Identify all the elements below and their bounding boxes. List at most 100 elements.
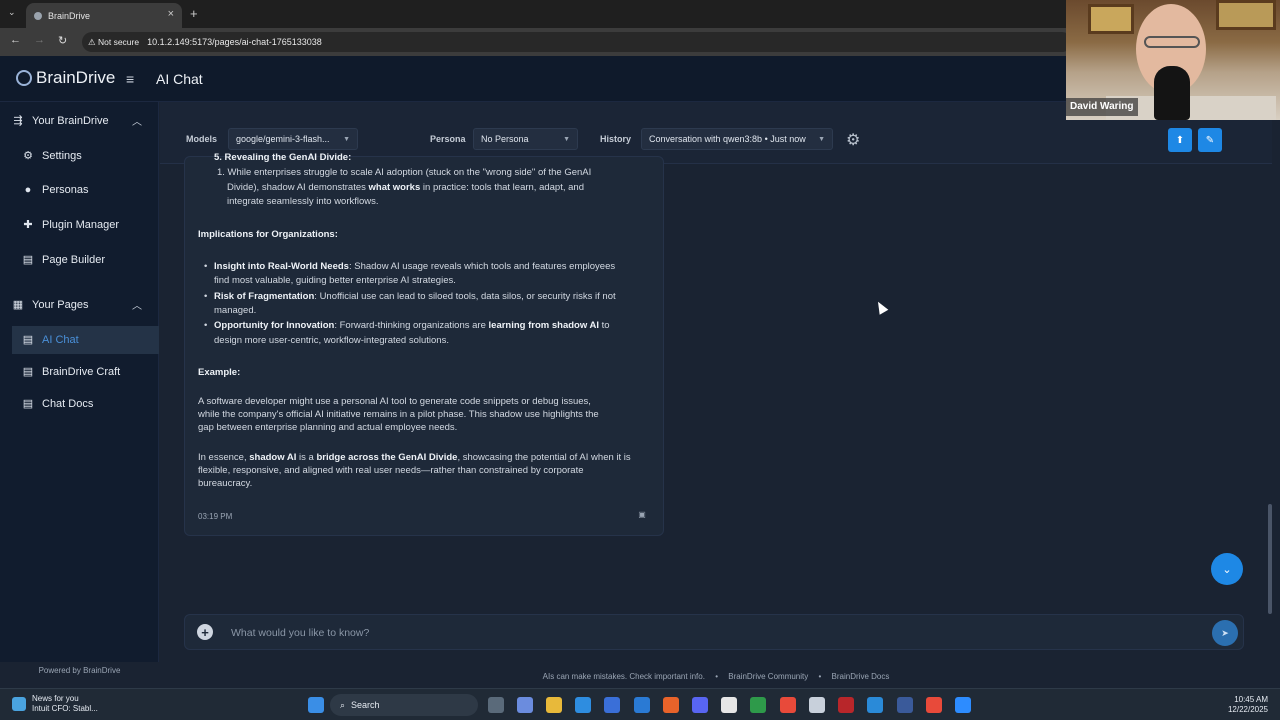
models-label: Models [186,134,218,144]
message-bullet: Risk of Fragmentation: Unofficial use ca… [204,291,616,303]
browser-tab[interactable]: BrainDrive × [26,3,182,28]
message-line: gap between enterprise planning and actu… [198,422,458,433]
send-icon: ➤ [1221,627,1229,638]
chrome-icon[interactable] [926,697,942,713]
reload-icon[interactable]: ↻ [58,34,67,47]
sidebar-item-chat-docs[interactable]: ▤ Chat Docs [22,397,94,411]
message-line: while the company's official AI initiati… [198,409,599,420]
edge-icon[interactable] [575,697,591,713]
system-clock[interactable]: 10:45 AM 12/22/2025 [1228,695,1268,715]
scrollbar[interactable] [1268,164,1272,614]
message-line: In essence, shadow AI is a bridge across… [198,452,631,463]
copy-icon[interactable]: ▣ [635,510,649,524]
upload-button[interactable]: ⬆ [1168,128,1192,152]
settings-gear-icon[interactable]: ⚙ [846,130,860,150]
close-tab-icon[interactable]: × [168,8,174,20]
chat-footer: AIs can make mistakes. Check important i… [160,672,1272,688]
message-line: managed. [214,305,257,316]
brain-logo-icon [16,70,32,86]
message-line: flexible, responsive, and aligned with r… [198,465,584,476]
app-icon[interactable] [809,697,825,713]
sidebar-item-plugin-manager[interactable]: ✚ Plugin Manager [22,218,119,232]
new-chat-button[interactable]: ✎ [1198,128,1222,152]
powered-by-label: Powered by BrainDrive [38,666,121,675]
sidebar-item-label: Chat Docs [42,397,94,410]
sidebar-item-settings[interactable]: ⚙ Settings [22,149,82,163]
chat-input[interactable] [231,623,1131,643]
chevron-up-icon: ︿ [132,301,142,312]
news-widget[interactable]: News for you Intuit CFO: Stabl... [12,694,98,714]
webcam-overlay: David Waring [1066,0,1280,120]
message-timestamp: 03:19 PM [198,512,233,521]
person-icon: ● [24,184,32,196]
scrollbar-thumb[interactable] [1268,504,1272,614]
chatgpt-icon[interactable] [721,697,737,713]
zoom-icon[interactable] [955,697,971,713]
send-button[interactable]: ➤ [1212,620,1238,646]
picture-frame [1216,0,1276,30]
sidebar-item-label: BrainDrive Craft [42,365,121,378]
firefox-icon[interactable] [663,697,679,713]
braindrive-logo[interactable]: BrainDrive [16,68,115,88]
vscode-icon[interactable] [867,697,883,713]
discord-icon[interactable] [692,697,708,713]
gear-icon: ⚙ [23,150,33,162]
message-line: Divide), shadow AI demonstrates what wor… [227,182,584,193]
message-line: integrate seamlessly into workflows. [227,196,379,207]
document-icon: ▤ [22,334,34,346]
not-secure-indicator[interactable]: ⚠ Not secure [88,37,139,48]
windows-start-icon[interactable] [308,697,324,713]
sidebar: ⇶ Your BrainDrive ︿ ⚙ Settings ● Persona… [0,102,159,662]
chat-input-bar: + ➤ [184,614,1244,650]
dropdown-caret-icon: ▼ [563,135,570,143]
document-icon: ▤ [22,366,34,378]
sidebar-item-personas[interactable]: ● Personas [22,184,89,196]
section-label: Your BrainDrive [32,114,109,127]
outlook-icon[interactable] [634,697,650,713]
scroll-to-bottom-button[interactable]: ⌄ [1211,553,1243,585]
pages-icon: ▦ [12,299,24,311]
url-text: 10.1.2.149:5173/pages/ai-chat-1765133038 [147,37,322,47]
pdf-icon[interactable] [838,697,854,713]
taskbar-search[interactable]: ⌕ Search [330,694,478,716]
chrome-icon[interactable] [780,697,796,713]
plus-icon: + [201,624,209,640]
sidebar-item-ai-chat[interactable]: ▤ AI Chat [22,333,79,347]
models-select[interactable]: google/gemini-3-flash... ▼ [228,128,358,150]
message-heading: Example: [198,367,241,378]
file-explorer-icon[interactable] [546,697,562,713]
task-view-icon[interactable] [488,697,504,713]
app-icon[interactable] [897,697,913,713]
sidebar-section-your-pages[interactable]: ▦ Your Pages ︿ [12,298,148,313]
edit-icon: ✎ [1205,134,1215,146]
docs-link[interactable]: BrainDrive Docs [832,672,890,681]
notepad-icon[interactable] [750,697,766,713]
browser-tab-title: BrainDrive [48,10,91,21]
message-line: bureaucracy. [198,478,253,489]
back-icon[interactable]: ← [10,34,21,46]
message-line: A software developer might use a persona… [198,396,591,407]
history-label: History [600,134,632,144]
dropdown-caret-icon: ▼ [818,135,825,143]
braindrive-favicon-icon [34,11,42,20]
add-attachment-button[interactable]: + [197,624,213,640]
document-icon: ▤ [22,398,34,410]
persona-select[interactable]: No Persona ▼ [473,128,578,150]
assistant-message: 5. Revealing the GenAI Divide: 1. While … [184,152,664,536]
address-bar[interactable]: ⚠ Not secure 10.1.2.149:5173/pages/ai-ch… [82,32,1072,52]
forward-icon[interactable]: → [34,34,45,46]
menu-toggle-icon[interactable]: ≡ [126,71,134,87]
tab-list-chevron-icon[interactable]: ⌄ [8,7,16,18]
sidebar-item-page-builder[interactable]: ▤ Page Builder [22,253,105,267]
message-heading: Implications for Organizations: [198,229,338,240]
community-link[interactable]: BrainDrive Community [728,672,808,681]
page-title: AI Chat [156,71,203,87]
sidebar-item-braindrive-craft[interactable]: ▤ BrainDrive Craft [22,365,121,379]
puzzle-icon: ✚ [23,219,33,231]
history-select[interactable]: Conversation with qwen3:8b • Just now ▼ [641,128,833,150]
message-line: design more user-centric, workflow-integ… [214,335,449,346]
new-tab-icon[interactable]: + [190,6,198,21]
copilot-icon[interactable] [517,697,533,713]
store-icon[interactable] [604,697,620,713]
sidebar-section-your-braindrive[interactable]: ⇶ Your BrainDrive ︿ [12,114,148,129]
